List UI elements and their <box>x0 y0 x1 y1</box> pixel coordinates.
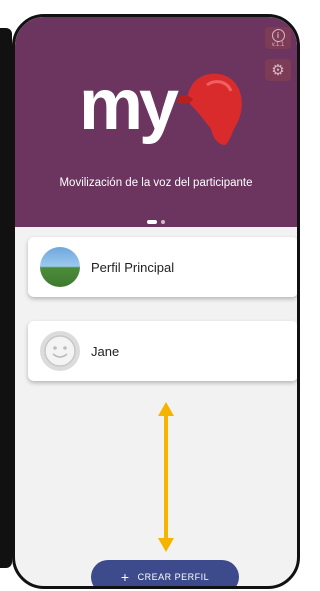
profile-avatar <box>40 247 80 287</box>
header-banner: i v.1.1 ⚙ my Movilización de la voz del … <box>15 17 297 227</box>
profile-name: Perfil Principal <box>91 259 175 275</box>
info-button[interactable]: i v.1.1 <box>265 27 291 49</box>
tagline: Movilización de la voz del participante <box>59 177 253 189</box>
red-cap-icon <box>177 73 242 145</box>
scroll-arrow-icon <box>158 402 174 552</box>
plus-icon: + <box>120 569 130 585</box>
gear-icon: ⚙ <box>271 62 285 79</box>
create-profile-button[interactable]: + CREAR PERFIL <box>91 560 239 586</box>
phone-screen: i v.1.1 ⚙ my Movilización de la voz del … <box>12 14 300 589</box>
profile-name: Jane <box>91 343 120 359</box>
settings-button[interactable]: ⚙ <box>265 59 291 81</box>
device-bezel-left <box>0 28 12 568</box>
smiley-face-icon <box>40 331 80 371</box>
carousel-dot[interactable] <box>161 219 165 224</box>
carousel-dot-active[interactable] <box>147 219 157 224</box>
app-logo: my <box>79 65 249 145</box>
version-label: v.1.1 <box>271 41 285 48</box>
info-icon: i <box>271 28 285 42</box>
profile-card[interactable]: Perfil Principal <box>28 237 297 297</box>
carousel-indicator <box>15 213 297 231</box>
create-profile-label: CREAR PERFIL <box>137 572 210 582</box>
profile-card[interactable]: Jane <box>28 321 297 381</box>
